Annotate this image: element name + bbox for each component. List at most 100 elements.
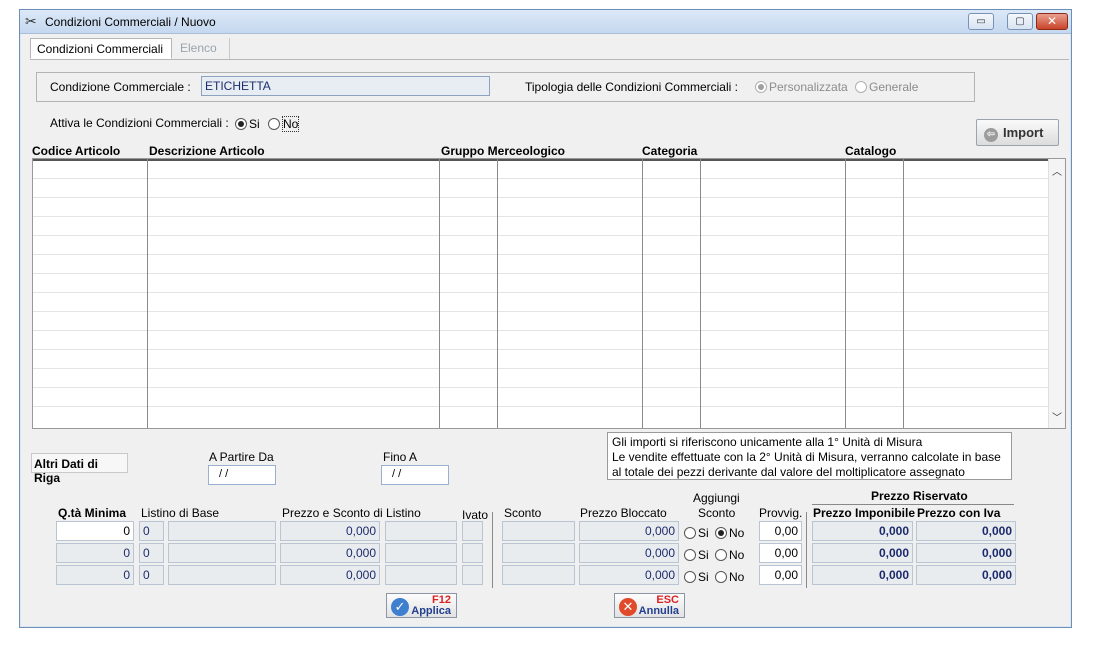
check-icon: ✓ bbox=[391, 598, 409, 616]
radio-personalizzata[interactable]: Personalizzata bbox=[755, 80, 848, 94]
scroll-down-icon[interactable]: ﹀ bbox=[1052, 409, 1062, 424]
a-partire-field[interactable]: / / bbox=[208, 465, 276, 485]
tipologia-label: Tipologia delle Condizioni Commerciali : bbox=[525, 80, 738, 94]
articles-grid[interactable]: ︿ ﹀ bbox=[32, 158, 1066, 429]
radio-dot-no bbox=[268, 118, 280, 130]
radio-dot-aggiungi-si[interactable] bbox=[684, 571, 696, 583]
header-provvig: Provvig. bbox=[759, 506, 803, 520]
annulla-button[interactable]: ✕ ESC Annulla bbox=[614, 593, 685, 618]
grid-col-line bbox=[642, 159, 643, 428]
sconto-listino-field bbox=[385, 521, 457, 541]
aggiungi-sconto-radio[interactable]: Si No bbox=[684, 548, 744, 562]
header-groupbox: Condizione Commerciale : ETICHETTA Tipol… bbox=[36, 72, 975, 102]
header-aggiungi: Aggiungi bbox=[693, 491, 740, 505]
listino-name-field bbox=[168, 565, 276, 585]
sconto-listino-field bbox=[385, 565, 457, 585]
sconto-field[interactable] bbox=[502, 543, 575, 563]
aggiungi-no-label: No bbox=[729, 548, 745, 562]
radio-generale[interactable]: Generale bbox=[855, 80, 918, 94]
prezzo-bloccato-field[interactable]: 0,000 bbox=[579, 521, 679, 541]
col-header-codice[interactable]: Codice Articolo bbox=[32, 144, 120, 158]
prezzo-bloccato-field[interactable]: 0,000 bbox=[579, 565, 679, 585]
header-qta-minima: Q.tà Minima bbox=[58, 506, 127, 520]
grid-row-line bbox=[33, 273, 1048, 274]
radio-dot-aggiungi-no[interactable] bbox=[715, 571, 728, 583]
listino-field[interactable]: 0 bbox=[139, 543, 164, 563]
grid-row-line bbox=[33, 311, 1048, 312]
sconto-listino-field bbox=[385, 543, 457, 563]
grid-col-line bbox=[439, 159, 440, 428]
listino-field[interactable]: 0 bbox=[139, 565, 164, 585]
col-header-catalogo[interactable]: Catalogo bbox=[845, 144, 896, 158]
prezzo-imponibile-field[interactable]: 0,000 bbox=[812, 565, 913, 585]
radio-dot-aggiungi-no[interactable] bbox=[715, 527, 728, 539]
provvig-field[interactable]: 0,00 bbox=[759, 521, 802, 541]
sconto-field[interactable] bbox=[502, 521, 575, 541]
col-header-gruppo[interactable]: Gruppo Merceologico bbox=[441, 144, 565, 158]
radio-dot-aggiungi-si[interactable] bbox=[684, 549, 696, 561]
qta-minima-field[interactable]: 0 bbox=[56, 543, 134, 563]
prezzo-imponibile-field[interactable]: 0,000 bbox=[812, 543, 913, 563]
prezzo-con-iva-field[interactable]: 0,000 bbox=[916, 565, 1016, 585]
radio-dot-aggiungi-no[interactable] bbox=[715, 549, 728, 561]
prezzo-con-iva-field[interactable]: 0,000 bbox=[916, 543, 1016, 563]
sconto-field[interactable] bbox=[502, 565, 575, 585]
grid-row-line bbox=[33, 387, 1048, 388]
col-header-descrizione[interactable]: Descrizione Articolo bbox=[149, 144, 265, 158]
grid-row-line bbox=[33, 197, 1048, 198]
prezzo-listino-field: 0,000 bbox=[280, 543, 380, 563]
close-button[interactable]: ✕ bbox=[1036, 13, 1068, 30]
prezzo-bloccato-field[interactable]: 0,000 bbox=[579, 543, 679, 563]
main-window: ✂ Condizioni Commerciali / Nuovo ▭ ▢ ✕ C… bbox=[19, 9, 1072, 628]
header-ivato: Ivato bbox=[462, 508, 489, 522]
radio-no-label: No bbox=[282, 116, 300, 132]
provvig-field[interactable]: 0,00 bbox=[759, 565, 802, 585]
listino-field[interactable]: 0 bbox=[139, 521, 164, 541]
grid-row-line bbox=[33, 406, 1048, 407]
qta-minima-field[interactable]: 0 bbox=[56, 565, 134, 585]
grid-col-line bbox=[700, 159, 701, 428]
fino-a-field[interactable]: / / bbox=[381, 465, 449, 485]
applica-button[interactable]: ✓ F12 Applica bbox=[386, 593, 457, 618]
radio-attiva-no[interactable]: No bbox=[268, 116, 300, 132]
radio-dot-generale bbox=[855, 81, 867, 93]
grid-row-line bbox=[33, 235, 1048, 236]
radio-dot-aggiungi-si[interactable] bbox=[684, 527, 696, 539]
radio-si-label: Si bbox=[249, 117, 260, 131]
header-prezzo-bloccato: Prezzo Bloccato bbox=[580, 506, 667, 520]
condizione-field[interactable]: ETICHETTA bbox=[201, 76, 490, 96]
listino-name-field bbox=[168, 543, 276, 563]
altri-dati-label: Altri Dati di Riga bbox=[31, 453, 128, 485]
prezzo-con-iva-field[interactable]: 0,000 bbox=[916, 521, 1016, 541]
maximize-button[interactable]: ▢ bbox=[1007, 13, 1033, 30]
info-line: Gli importi si riferiscono unicamente al… bbox=[612, 435, 923, 449]
prezzo-imponibile-field[interactable]: 0,000 bbox=[812, 521, 913, 541]
grid-row-line bbox=[33, 178, 1048, 179]
aggiungi-sconto-radio[interactable]: Si No bbox=[684, 526, 744, 540]
aggiungi-si-label: Si bbox=[698, 570, 709, 584]
radio-attiva-si[interactable]: Si bbox=[235, 117, 260, 131]
aggiungi-sconto-radio[interactable]: Si No bbox=[684, 570, 744, 584]
col-header-categoria[interactable]: Categoria bbox=[642, 144, 697, 158]
minimize-button[interactable]: ▭ bbox=[968, 13, 994, 30]
grid-row-line bbox=[33, 254, 1048, 255]
tab-elenco[interactable]: Elenco bbox=[174, 38, 230, 59]
info-line: al totale dei pezzi derivante dal valore… bbox=[612, 465, 965, 479]
scroll-up-icon[interactable]: ︿ bbox=[1052, 163, 1062, 178]
grid-col-line bbox=[845, 159, 846, 428]
cancel-x-icon: ✕ bbox=[619, 598, 637, 616]
qta-minima-field[interactable]: 0 bbox=[56, 521, 134, 541]
attiva-label: Attiva le Condizioni Commerciali : bbox=[50, 116, 229, 130]
aggiungi-no-label: No bbox=[729, 526, 745, 540]
header-prezzo-riservato: Prezzo Riservato bbox=[871, 489, 968, 503]
grid-row-line bbox=[33, 349, 1048, 350]
ivato-field bbox=[462, 521, 483, 541]
grid-row-line bbox=[33, 216, 1048, 217]
provvig-field[interactable]: 0,00 bbox=[759, 543, 802, 563]
import-button[interactable]: ⇦ Import bbox=[976, 119, 1059, 146]
tab-condizioni-commerciali[interactable]: Condizioni Commerciali bbox=[30, 38, 172, 59]
ivato-field bbox=[462, 543, 483, 563]
radio-personalizzata-label: Personalizzata bbox=[769, 80, 848, 94]
grid-scrollbar[interactable]: ︿ ﹀ bbox=[1048, 159, 1065, 428]
grid-col-line bbox=[497, 159, 498, 428]
